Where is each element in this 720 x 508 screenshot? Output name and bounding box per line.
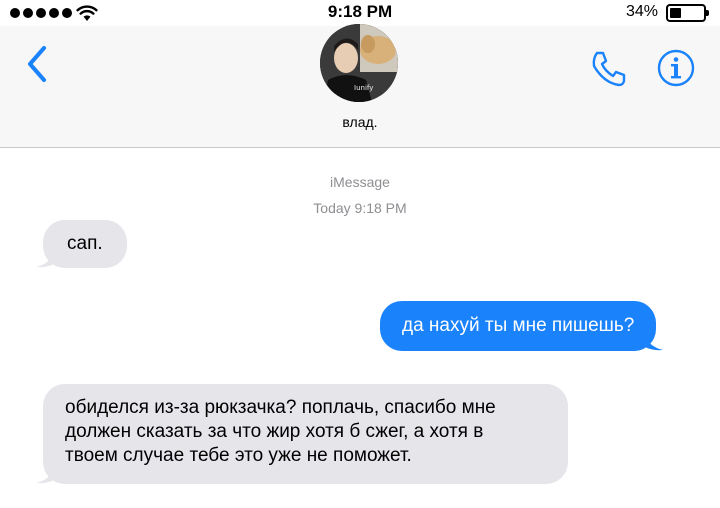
message-text: сап. — [67, 233, 103, 254]
battery-level — [670, 8, 681, 18]
avatar-photo: Iunify — [320, 24, 398, 102]
phone-icon[interactable] — [588, 48, 630, 90]
battery-icon — [666, 4, 709, 22]
incoming-message-bubble[interactable]: обиделся из-за рюкзачка? поплачь, спасиб… — [36, 384, 568, 484]
contact-name[interactable]: влад. — [0, 114, 720, 130]
svg-text:Iunify: Iunify — [354, 84, 373, 92]
bubble-tail — [36, 466, 56, 484]
contact-avatar[interactable]: Iunify — [320, 24, 398, 102]
outgoing-message-bubble[interactable]: да нахуй ты мне пишешь? — [380, 301, 664, 351]
bubble-tail — [36, 250, 56, 268]
message-text: да нахуй ты мне пишешь? — [402, 315, 635, 336]
back-button[interactable] — [20, 42, 54, 86]
status-bar: 9:18 PM 34% — [0, 0, 720, 26]
bubble-tail — [643, 333, 664, 351]
service-label: iMessage — [330, 174, 390, 190]
message-text: обиделся из-за рюкзачка? поплачь, спасиб… — [65, 397, 496, 466]
battery-percent: 34% — [625, 3, 658, 20]
status-time: 9:18 PM — [327, 2, 393, 21]
thread-timestamp: Today 9:18 PM — [313, 200, 407, 216]
info-icon[interactable] — [656, 48, 696, 88]
conversation-header: Iunify влад. — [0, 24, 720, 148]
incoming-message-bubble[interactable]: сап. — [36, 220, 127, 268]
